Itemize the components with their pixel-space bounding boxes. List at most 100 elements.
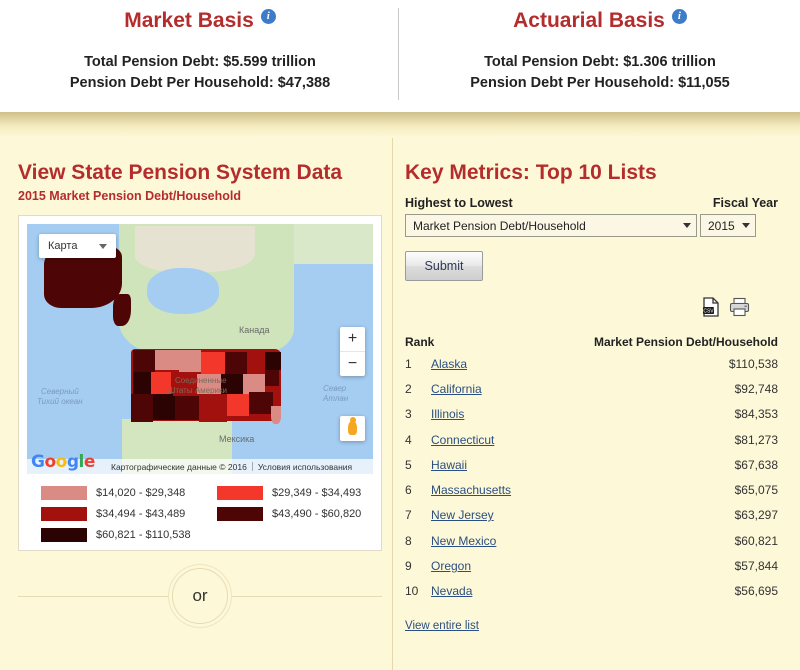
fiscal-year-label: Fiscal Year <box>712 196 778 210</box>
row-state: Alaska <box>431 357 729 371</box>
row-value: $60,821 <box>734 533 778 548</box>
map-terms-link[interactable]: Условия использования <box>258 462 352 472</box>
state-link[interactable]: Alaska <box>431 357 467 371</box>
row-state: California <box>431 382 735 396</box>
row-rank: 5 <box>405 457 412 472</box>
row-rank: 3 <box>405 407 412 422</box>
printer-icon[interactable] <box>729 297 750 317</box>
map-state-oregon[interactable] <box>133 372 151 396</box>
legend-range-label: $29,349 - $34,493 <box>272 487 362 499</box>
map-state-wisconsin-michigan[interactable] <box>225 352 247 374</box>
state-link[interactable]: New Jersey <box>431 508 494 522</box>
choropleth-map[interactable]: Канада Мексика Соединенные Штаты Америки… <box>27 224 373 474</box>
google-logo-letter-o1: o <box>44 452 56 472</box>
row-rank: 7 <box>405 508 412 523</box>
row-value: $56,695 <box>734 584 778 599</box>
state-link[interactable]: Connecticut <box>431 433 494 447</box>
map-type-selector[interactable]: Карта <box>39 234 117 258</box>
state-link[interactable]: Hawaii <box>431 458 467 472</box>
actuarial-basis-title-text: Actuarial Basis <box>513 9 665 32</box>
row-rank: 8 <box>405 533 412 548</box>
map-state-washington[interactable] <box>133 350 155 372</box>
main-content: View State Pension System Data 2015 Mark… <box>0 138 800 670</box>
state-link[interactable]: New Mexico <box>431 534 496 548</box>
column-header-value: Market Pension Debt/Household <box>593 335 778 349</box>
row-rank: 10 <box>405 584 419 599</box>
map-label-atlantic-line2: Атлан <box>323 394 349 403</box>
attribution-separator <box>251 462 253 471</box>
state-link[interactable]: Nevada <box>431 584 472 598</box>
map-state-ohio[interactable] <box>247 354 267 374</box>
row-value: $67,638 <box>734 457 778 472</box>
csv-download-icon[interactable]: CSV <box>702 297 721 317</box>
map-state-kentucky[interactable] <box>243 374 265 394</box>
key-metrics-title: Key Metrics: Top 10 Lists <box>405 161 657 184</box>
map-state-georgia[interactable] <box>249 392 273 414</box>
actuarial-total-pension-debt: Total Pension Debt: $1.306 trillion <box>484 54 716 70</box>
info-icon[interactable]: i <box>671 8 687 24</box>
table-row: 8 New Mexico $60,821 <box>405 528 778 553</box>
table-row: 5 Hawaii $67,638 <box>405 452 778 477</box>
zoom-in-button[interactable]: + <box>340 327 365 352</box>
map-state-new-mexico[interactable] <box>175 396 199 420</box>
map-state-florida[interactable] <box>271 406 281 424</box>
map-state-minnesota[interactable] <box>201 352 225 374</box>
table-header-row: Rank Market Pension Debt/Household <box>405 335 778 351</box>
legend-item: $29,349 - $34,493 <box>217 486 393 500</box>
map-state-california[interactable] <box>131 394 153 422</box>
row-value: $57,844 <box>734 559 778 574</box>
submit-button[interactable]: Submit <box>405 251 483 281</box>
legend-range-label: $34,494 - $43,489 <box>96 508 186 520</box>
map-attribution-text: Картографические данные © 2016 <box>111 461 247 472</box>
view-entire-list-link[interactable]: View entire list <box>405 620 479 632</box>
map-state-nevada-arizona[interactable] <box>153 394 175 420</box>
map-legend: $14,020 - $29,348 $29,349 - $34,493 $34,… <box>27 486 373 542</box>
map-state-new-york[interactable] <box>265 352 281 370</box>
table-row: 7 New Jersey $63,297 <box>405 503 778 528</box>
map-state-dakotas[interactable] <box>179 350 201 372</box>
metric-select[interactable]: Market Pension Debt/Household <box>405 214 697 237</box>
state-link[interactable]: Oregon <box>431 559 471 573</box>
map-arctic-islands <box>135 226 255 272</box>
map-state-louisiana[interactable] <box>227 394 249 416</box>
view-entire-list: View entire list <box>405 620 778 632</box>
map-label-canada: Канада <box>239 325 270 335</box>
map-label-usa-line1: Соединенные <box>175 376 227 385</box>
fiscal-year-select-value: 2015 <box>708 218 735 233</box>
actuarial-pension-debt-per-household: Pension Debt Per Household: $11,055 <box>470 75 730 91</box>
state-link[interactable]: Massachusetts <box>431 483 511 497</box>
filter-labels-row: Highest to Lowest Fiscal Year <box>405 196 778 210</box>
map-label-mexico: Мексика <box>219 434 255 444</box>
fiscal-year-select[interactable]: 2015 <box>700 214 756 237</box>
info-icon[interactable]: i <box>260 8 276 24</box>
row-state: Nevada <box>431 584 735 598</box>
sort-order-label: Highest to Lowest <box>405 196 513 210</box>
legend-item: $14,020 - $29,348 <box>41 486 217 500</box>
zoom-out-button[interactable]: − <box>340 352 365 376</box>
map-label-pacific-line1: Северный <box>41 387 79 396</box>
map-type-label: Карта <box>48 240 78 252</box>
map-state-montana[interactable] <box>155 350 179 370</box>
map-state-texas[interactable] <box>199 396 227 422</box>
row-value: $84,353 <box>734 407 778 422</box>
state-link[interactable]: Illinois <box>431 407 464 421</box>
market-basis-title-text: Market Basis <box>124 9 254 32</box>
market-pension-debt-per-household: Pension Debt Per Household: $47,388 <box>69 75 331 91</box>
row-rank: 1 <box>405 356 412 371</box>
row-state: Massachusetts <box>431 483 735 497</box>
map-label-usa-line2: Штаты Америки <box>168 386 227 395</box>
table-row: 4 Connecticut $81,273 <box>405 427 778 452</box>
map-state-virginia[interactable] <box>265 370 279 386</box>
actuarial-basis-stats: Total Pension Debt: $1.306 trillion Pens… <box>400 52 800 94</box>
state-link[interactable]: California <box>431 382 482 396</box>
filter-selects-row: Market Pension Debt/Household 2015 <box>405 214 778 237</box>
legend-swatch <box>41 507 87 521</box>
header-vertical-divider <box>398 8 399 100</box>
chevron-down-icon <box>99 243 108 249</box>
map-zoom-controls[interactable]: + − <box>340 327 365 376</box>
row-state: New Jersey <box>431 508 735 522</box>
row-value: $63,297 <box>734 508 778 523</box>
google-logo-letter-g1: G <box>31 452 45 472</box>
street-view-pegman-icon[interactable] <box>340 416 365 441</box>
row-value: $110,538 <box>728 356 778 371</box>
